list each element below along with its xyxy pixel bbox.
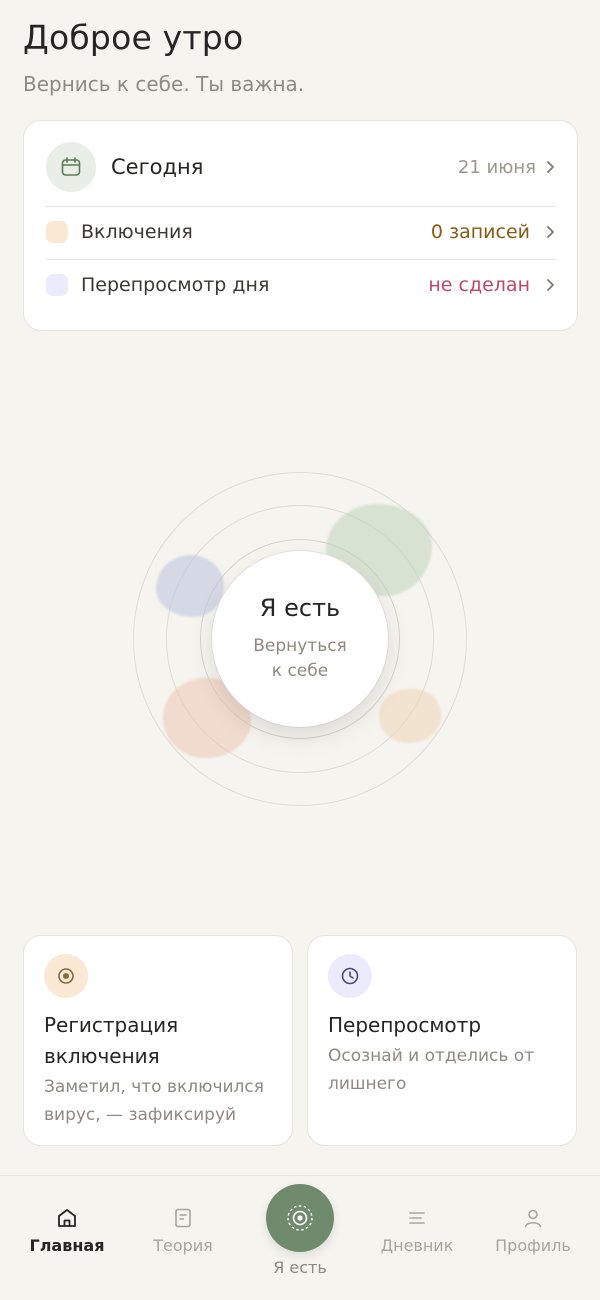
blue-blob — [156, 555, 224, 617]
nav-diary-label: Дневник — [380, 1236, 454, 1255]
review-title: Перепросмотр — [328, 1013, 482, 1037]
today-date-text: 21 июня — [457, 156, 536, 178]
bottom-nav: Главная Теория Я есть Дневник Профиль — [0, 1175, 600, 1300]
row-day-review[interactable]: Перепросмотр дня не сделан — [46, 259, 556, 311]
card-desc-line2: лишнего — [328, 1074, 407, 1094]
card-desc-line1: Осознай и отделись от — [328, 1046, 535, 1066]
day-review-dot — [46, 274, 68, 296]
target-icon — [44, 954, 88, 998]
i-am-subtitle-line2: к себе — [271, 661, 329, 681]
nav-diary[interactable]: Дневник — [362, 1206, 472, 1255]
presence-icon — [287, 1205, 313, 1231]
today-title: Сегодня — [111, 155, 204, 179]
i-am-title: Я есть — [259, 594, 341, 622]
inclusions-label: Включения — [81, 221, 193, 243]
home-icon — [58, 1209, 76, 1227]
card-desc-line2: вирус, — зафиксируй — [44, 1105, 237, 1125]
day-review-status: не сделан — [428, 274, 530, 296]
today-header[interactable]: Сегодня 21 июня — [46, 141, 556, 193]
row-inclusions[interactable]: Включения 0 записей — [46, 206, 556, 258]
day-review-value: не сделан — [428, 274, 556, 296]
greeting-title: Доброе утро — [23, 18, 244, 57]
day-review-label: Перепросмотр дня — [81, 274, 270, 296]
register-inclusion-title: Регистрация включения — [44, 1010, 284, 1072]
card-desc-line1: Заметил, что включился — [44, 1077, 264, 1097]
review-desc: Осознай и отделись от лишнего — [328, 1042, 568, 1098]
greeting-subtitle: Вернись к себе. Ты важна. — [23, 72, 305, 96]
sand-blob — [379, 689, 441, 743]
nav-i-am-label: Я есть — [273, 1258, 327, 1277]
register-inclusion-card[interactable]: Регистрация включения Заметил, что включ… — [23, 935, 293, 1146]
orb-area: Я есть Вернуться к себе — [0, 460, 600, 820]
chevron-right-icon — [544, 278, 556, 292]
i-am-button[interactable]: Я есть Вернуться к себе — [212, 551, 388, 727]
review-card[interactable]: Перепросмотр Осознай и отделись от лишне… — [307, 935, 577, 1146]
nav-profile-label: Профиль — [495, 1236, 571, 1255]
document-icon — [175, 1208, 191, 1228]
card-title-line2: включения — [44, 1044, 160, 1068]
today-card: Сегодня 21 июня Включения 0 записей Пере… — [23, 120, 578, 331]
nav-theory[interactable]: Теория — [128, 1206, 238, 1255]
chevron-right-icon — [544, 160, 556, 174]
clock-icon — [328, 954, 372, 998]
i-am-subtitle: Вернуться к себе — [253, 634, 347, 684]
nav-i-am-button[interactable] — [266, 1184, 334, 1252]
today-date[interactable]: 21 июня — [458, 157, 556, 178]
inclusions-value: 0 записей — [431, 221, 556, 243]
list-icon — [409, 1212, 425, 1224]
chevron-right-icon — [544, 225, 556, 239]
card-title-line1: Регистрация — [44, 1013, 179, 1037]
nav-home-label: Главная — [29, 1236, 105, 1255]
inclusions-count: 0 записей — [430, 221, 530, 243]
calendar-icon — [46, 142, 96, 192]
nav-theory-label: Теория — [153, 1236, 213, 1255]
user-icon — [524, 1209, 542, 1228]
nav-home[interactable]: Главная — [12, 1206, 122, 1255]
nav-profile[interactable]: Профиль — [478, 1206, 588, 1255]
register-inclusion-desc: Заметил, что включился вирус, — зафиксир… — [44, 1073, 284, 1129]
inclusions-dot — [46, 221, 68, 243]
i-am-subtitle-line1: Вернуться — [253, 636, 347, 656]
